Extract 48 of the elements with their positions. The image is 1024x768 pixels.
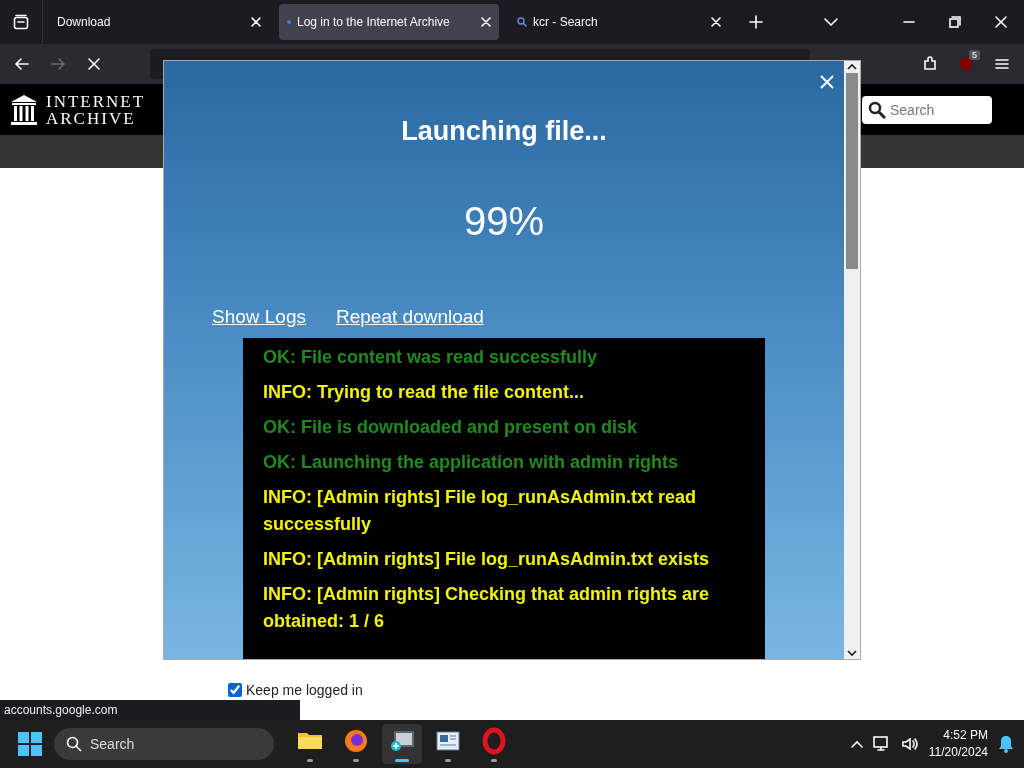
caret-icon[interactable] xyxy=(824,18,838,26)
new-tab-icon[interactable] xyxy=(749,15,763,29)
windows-icon[interactable] xyxy=(18,732,42,756)
close-icon[interactable] xyxy=(995,16,1007,28)
caret-up-icon[interactable] xyxy=(850,740,863,748)
bell-icon[interactable] xyxy=(998,735,1014,753)
log-line: OK: Launching the application with admin rights xyxy=(263,451,679,474)
log-line: INFO: Trying to read the file content... xyxy=(263,381,586,404)
tab-list-icon[interactable] xyxy=(13,14,29,30)
scroll-thumb[interactable] xyxy=(846,73,858,269)
logo-text: ARCHIVE xyxy=(46,109,137,127)
modal-title: Launching file... xyxy=(401,116,607,147)
volume-icon[interactable] xyxy=(900,736,919,752)
search-icon xyxy=(517,17,527,27)
search-field[interactable]: Search xyxy=(54,728,274,760)
close-icon[interactable] xyxy=(711,17,721,27)
temple-icon xyxy=(10,93,38,126)
stop-icon[interactable] xyxy=(86,56,102,72)
menu-icon[interactable] xyxy=(994,56,1010,72)
log-line: INFO: [Admin rights] Checking that admin rights are obtained: 1 / 6 xyxy=(263,583,711,633)
restore-icon[interactable] xyxy=(949,16,961,28)
browser-tab[interactable]: Download xyxy=(49,4,269,40)
log-line: OK: File content was read successfully xyxy=(263,346,599,369)
network-icon[interactable] xyxy=(872,736,891,752)
clock-time[interactable]: 4:52 PM xyxy=(943,727,988,744)
status-url: accounts.google.com xyxy=(0,700,300,720)
checkbox-label: Keep me logged in xyxy=(246,682,363,698)
logo-text: INTERNET xyxy=(46,92,146,110)
browser-tab[interactable]: Log in to the Internet Archive xyxy=(279,4,499,40)
log-line: INFO: [Admin rights] File log_runAsAdmin.txt read successfully xyxy=(263,486,697,536)
clock-date[interactable]: 11/20/2024 xyxy=(928,744,988,761)
link[interactable]: Repeat download xyxy=(336,306,484,328)
log-line: INFO: [Admin rights] File log_runAsAdmin.txt exists xyxy=(263,548,711,571)
close-icon[interactable] xyxy=(251,17,261,27)
back-icon[interactable] xyxy=(14,56,30,72)
extension-badge: 5 xyxy=(969,50,980,60)
search-field[interactable]: Search xyxy=(862,95,992,124)
log-line: OK: File is downloaded and present on disk xyxy=(263,416,639,439)
link[interactable]: Show Logs xyxy=(212,306,306,328)
ring-icon xyxy=(480,726,508,755)
progress-percent: 99% xyxy=(463,199,545,244)
scroll-down-icon[interactable] xyxy=(846,647,858,659)
browser-tab[interactable]: kcr - Search xyxy=(509,4,729,40)
checkbox[interactable] xyxy=(228,683,242,697)
loading-icon xyxy=(287,20,291,24)
close-icon[interactable] xyxy=(481,17,491,27)
taskbar-app[interactable] xyxy=(382,724,422,764)
scrollbar[interactable] xyxy=(844,61,860,659)
